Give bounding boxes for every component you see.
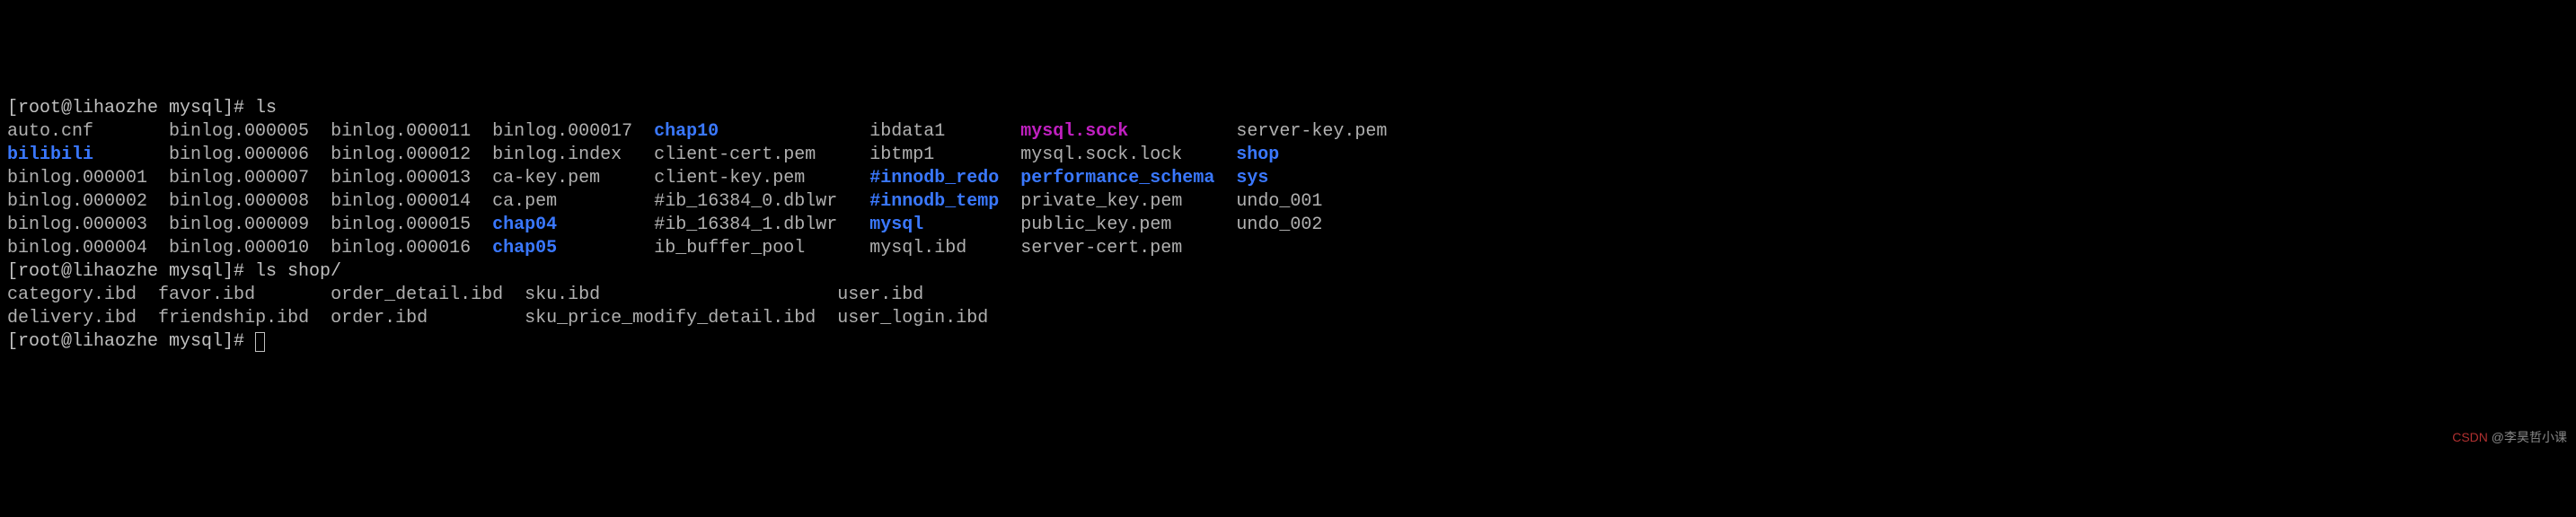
ls-entry: #ib_16384_1.dblwr bbox=[654, 215, 837, 235]
ls-entry: binlog.index bbox=[492, 145, 622, 165]
ls-entry: user_login.ibd bbox=[837, 308, 988, 329]
ls-row: auto.cnf binlog.000005 binlog.000011 bin… bbox=[7, 120, 2569, 144]
ls-entry: binlog.000003 bbox=[7, 215, 147, 235]
ls-entry: server-cert.pem bbox=[1020, 238, 1182, 258]
ls-entry: mysql bbox=[869, 215, 923, 235]
ls-entry: binlog.000013 bbox=[331, 168, 471, 188]
ls-entry: server-key.pem bbox=[1236, 121, 1387, 142]
ls-row: binlog.000002 binlog.000008 binlog.00001… bbox=[7, 190, 2569, 214]
ls-entry: user.ibd bbox=[837, 285, 923, 305]
ls-entry: binlog.000006 bbox=[169, 145, 309, 165]
ls-entry: #innodb_redo bbox=[869, 168, 999, 188]
ls-row: binlog.000001 binlog.000007 binlog.00001… bbox=[7, 167, 2569, 190]
ls-entry: mysql.sock.lock bbox=[1020, 145, 1182, 165]
ls-entry: binlog.000016 bbox=[331, 238, 471, 258]
ls-entry: auto.cnf bbox=[7, 121, 93, 142]
ls-row: bilibili binlog.000006 binlog.000012 bin… bbox=[7, 144, 2569, 167]
ls-entry: friendship.ibd bbox=[158, 308, 309, 329]
ls-entry: bilibili bbox=[7, 145, 93, 165]
ls-entry: sku_price_modify_detail.ibd bbox=[525, 308, 816, 329]
ls-entry: order_detail.ibd bbox=[331, 285, 503, 305]
ls-entry: binlog.000002 bbox=[7, 191, 147, 212]
prompt: [root@lihaozhe mysql]# bbox=[7, 98, 255, 118]
ls-entry: binlog.000011 bbox=[331, 121, 471, 142]
ls-entry: favor.ibd bbox=[158, 285, 255, 305]
watermark-author: @李昊哲小课 bbox=[2492, 430, 2567, 444]
ls-entry: ib_buffer_pool bbox=[654, 238, 805, 258]
ls-entry: binlog.000009 bbox=[169, 215, 309, 235]
ls-entry: chap04 bbox=[492, 215, 557, 235]
prompt-line[interactable]: [root@lihaozhe mysql]# bbox=[7, 330, 2569, 354]
ls-entry: mysql.sock bbox=[1020, 121, 1128, 142]
ls-entry: ca-key.pem bbox=[492, 168, 600, 188]
ls-entry: binlog.000007 bbox=[169, 168, 309, 188]
cursor[interactable] bbox=[255, 332, 265, 352]
ls-entry: client-key.pem bbox=[654, 168, 805, 188]
ls-entry: binlog.000017 bbox=[492, 121, 632, 142]
ls-row: category.ibd favor.ibd order_detail.ibd … bbox=[7, 284, 2569, 307]
ls-entry: #innodb_temp bbox=[869, 191, 999, 212]
ls-entry: binlog.000001 bbox=[7, 168, 147, 188]
ls-entry: chap05 bbox=[492, 238, 557, 258]
ls-entry: performance_schema bbox=[1020, 168, 1214, 188]
ls-entry: binlog.000015 bbox=[331, 215, 471, 235]
ls-row: delivery.ibd friendship.ibd order.ibd sk… bbox=[7, 307, 2569, 330]
prompt-line: [root@lihaozhe mysql]# ls shop/ bbox=[7, 260, 2569, 284]
ls-entry: order.ibd bbox=[331, 308, 428, 329]
prompt-line: [root@lihaozhe mysql]# ls bbox=[7, 97, 2569, 120]
ls-entry: chap10 bbox=[654, 121, 719, 142]
ls-entry: binlog.000012 bbox=[331, 145, 471, 165]
ls-entry: binlog.000014 bbox=[331, 191, 471, 212]
ls-row: binlog.000003 binlog.000009 binlog.00001… bbox=[7, 214, 2569, 237]
ls-entry: binlog.000010 bbox=[169, 238, 309, 258]
ls-entry: ibdata1 bbox=[869, 121, 945, 142]
ls-entry: sku.ibd bbox=[525, 285, 600, 305]
prompt: [root@lihaozhe mysql]# bbox=[7, 261, 255, 282]
ls-entry: category.ibd bbox=[7, 285, 137, 305]
ls-entry: #ib_16384_0.dblwr bbox=[654, 191, 837, 212]
ls-entry: undo_001 bbox=[1236, 191, 1322, 212]
ls-entry: undo_002 bbox=[1236, 215, 1322, 235]
ls-row: binlog.000004 binlog.000010 binlog.00001… bbox=[7, 237, 2569, 260]
ls-entry: ibtmp1 bbox=[869, 145, 934, 165]
ls-entry: client-cert.pem bbox=[654, 145, 816, 165]
command-text: ls bbox=[255, 98, 277, 118]
ls-entry: binlog.000005 bbox=[169, 121, 309, 142]
ls-entry: delivery.ibd bbox=[7, 308, 137, 329]
prompt: [root@lihaozhe mysql]# bbox=[7, 331, 255, 352]
ls-entry: sys bbox=[1236, 168, 1268, 188]
ls-entry: shop bbox=[1236, 145, 1279, 165]
ls-entry: binlog.000004 bbox=[7, 238, 147, 258]
ls-entry: mysql.ibd bbox=[869, 238, 966, 258]
ls-entry: ca.pem bbox=[492, 191, 557, 212]
watermark-brand: CSDN bbox=[2452, 430, 2488, 444]
ls-entry: binlog.000008 bbox=[169, 191, 309, 212]
ls-entry: public_key.pem bbox=[1020, 215, 1171, 235]
command-text: ls shop/ bbox=[255, 261, 341, 282]
watermark: CSDN @李昊哲小课 bbox=[2452, 429, 2567, 445]
ls-entry: private_key.pem bbox=[1020, 191, 1182, 212]
terminal-output[interactable]: [root@lihaozhe mysql]# lsauto.cnf binlog… bbox=[7, 97, 2569, 354]
